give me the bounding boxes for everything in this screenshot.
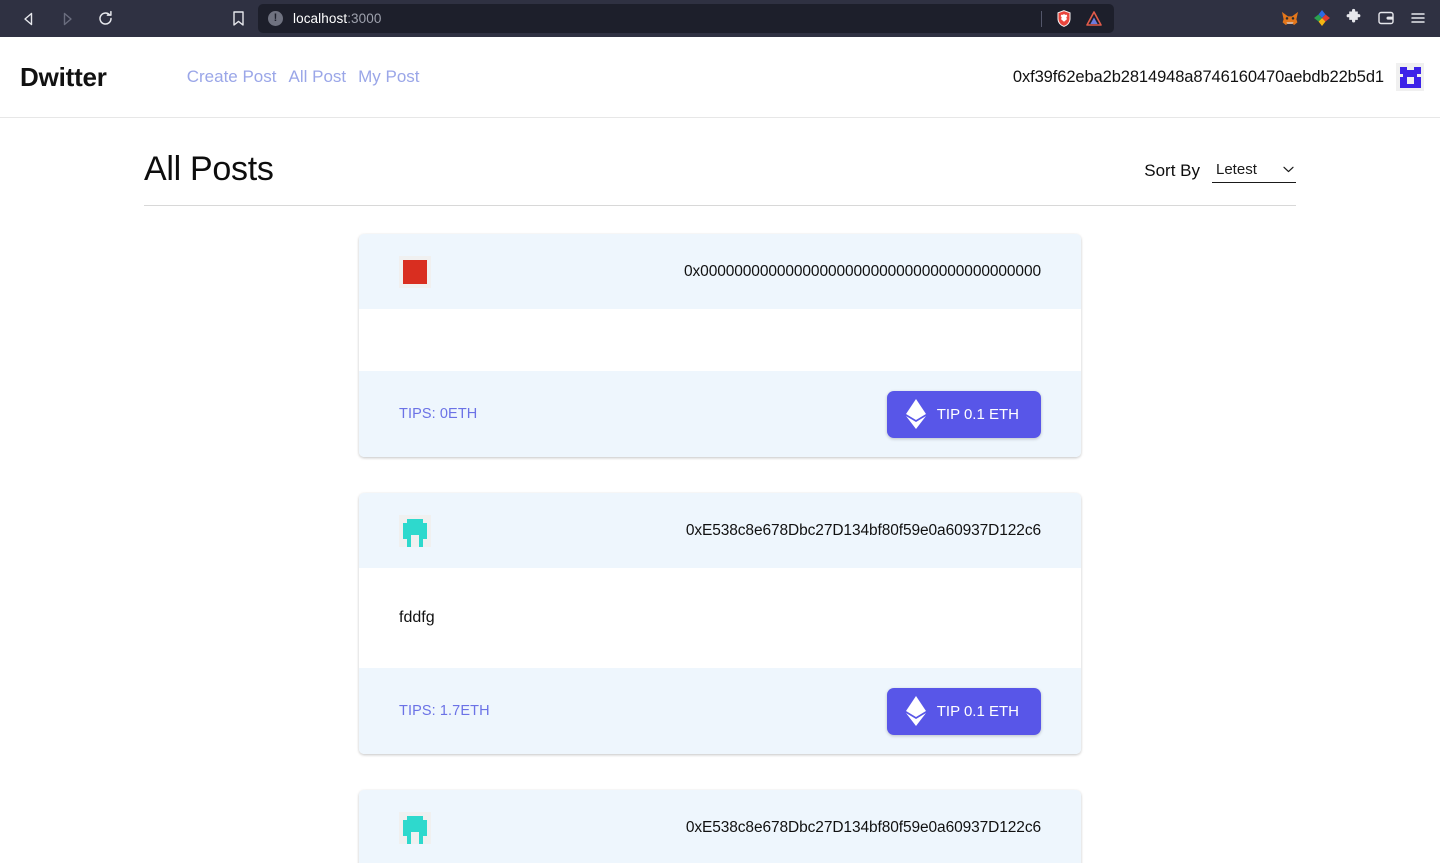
browser-toolbar: ! localhost:3000 bbox=[0, 0, 1440, 37]
post-tips-total: TIPS: 1.7ETH bbox=[399, 703, 490, 719]
bookmark-icon bbox=[232, 10, 244, 26]
back-arrow-icon bbox=[24, 12, 33, 25]
sort-selected-value: Letest bbox=[1216, 161, 1257, 178]
post-author-address: 0x00000000000000000000000000000000000000… bbox=[684, 262, 1041, 280]
post-tips-total: TIPS: 0ETH bbox=[399, 406, 478, 422]
ethereum-diamond-icon bbox=[905, 399, 926, 429]
page-title-row: All Posts Sort By Letest bbox=[144, 150, 1296, 206]
post-author-address: 0xE538c8e678Dbc27D134bf80f59e0a60937D122… bbox=[685, 818, 1041, 836]
wallet-address: 0xf39f62eba2b2814948a8746160470aebdb22b5… bbox=[1012, 67, 1384, 86]
nav-link-create-post[interactable]: Create Post bbox=[187, 67, 277, 87]
tip-button[interactable]: TIP 0.1 ETH bbox=[886, 390, 1041, 438]
url-host: localhost bbox=[293, 11, 348, 26]
app-brand[interactable]: Dwitter bbox=[20, 62, 107, 93]
sort-select[interactable]: Letest bbox=[1212, 159, 1296, 183]
brave-shields-button[interactable] bbox=[1050, 5, 1078, 33]
forward-button[interactable] bbox=[52, 4, 82, 34]
identicon-avatar-teal bbox=[399, 514, 431, 547]
post-list: 0x00000000000000000000000000000000000000… bbox=[144, 234, 1296, 863]
post-card-body: fddfg bbox=[359, 568, 1081, 668]
extensions-puzzle-icon bbox=[1346, 8, 1361, 23]
tip-button-label: TIP 0.1 ETH bbox=[936, 702, 1019, 720]
metamask-fox-icon bbox=[1282, 12, 1298, 25]
post-card-header: 0xE538c8e678Dbc27D134bf80f59e0a60937D122… bbox=[359, 493, 1081, 568]
url-bar-right-icons bbox=[1035, 4, 1114, 33]
color-extension-icon bbox=[1314, 10, 1330, 26]
sort-control: Sort By Letest bbox=[1144, 159, 1296, 189]
nav-link-all-post[interactable]: All Post bbox=[288, 67, 346, 87]
post-card-header: 0xE538c8e678Dbc27D134bf80f59e0a60937D122… bbox=[359, 790, 1081, 863]
post-card: 0xE538c8e678Dbc27D134bf80f59e0a60937D122… bbox=[359, 790, 1081, 863]
forward-arrow-icon bbox=[63, 12, 72, 25]
sort-by-label: Sort By bbox=[1144, 161, 1200, 180]
info-circle-icon[interactable]: ! bbox=[268, 11, 283, 26]
browser-extension-icons bbox=[1276, 4, 1432, 32]
post-card-footer: TIPS: 1.7ETH TIP 0.1 ETH bbox=[359, 668, 1081, 754]
page-title: All Posts bbox=[144, 150, 274, 188]
back-button[interactable] bbox=[14, 4, 44, 34]
color-extension-button[interactable] bbox=[1308, 4, 1336, 32]
post-card: 0x00000000000000000000000000000000000000… bbox=[359, 234, 1081, 457]
url-port: :3000 bbox=[347, 11, 382, 26]
main-menu-button[interactable] bbox=[1404, 4, 1432, 32]
page-content: All Posts Sort By Letest 0x0000000000000… bbox=[0, 118, 1440, 863]
metamask-button[interactable] bbox=[1276, 4, 1304, 32]
brave-rewards-triangle-icon bbox=[1086, 10, 1102, 26]
wallet-button[interactable] bbox=[1372, 4, 1400, 32]
extensions-button[interactable] bbox=[1340, 4, 1368, 32]
post-author-address: 0xE538c8e678Dbc27D134bf80f59e0a60937D122… bbox=[685, 521, 1041, 539]
reload-button[interactable] bbox=[90, 4, 120, 34]
tip-button[interactable]: TIP 0.1 ETH bbox=[886, 687, 1041, 735]
nav-link-my-post[interactable]: My Post bbox=[358, 67, 419, 87]
brave-shields-icon bbox=[1057, 9, 1071, 27]
post-text: fddfg bbox=[399, 609, 435, 626]
post-card-body bbox=[359, 309, 1081, 371]
app-header: Dwitter Create Post All Post My Post 0xf… bbox=[0, 37, 1440, 118]
brave-rewards-button[interactable] bbox=[1080, 5, 1108, 33]
wallet-identicon bbox=[1396, 63, 1424, 91]
tip-button-label: TIP 0.1 ETH bbox=[936, 405, 1019, 423]
post-card: 0xE538c8e678Dbc27D134bf80f59e0a60937D122… bbox=[359, 493, 1081, 754]
post-card-header: 0x00000000000000000000000000000000000000… bbox=[359, 234, 1081, 309]
bookmark-button[interactable] bbox=[224, 4, 252, 32]
chevron-down-icon bbox=[1283, 166, 1294, 173]
identicon-avatar-red bbox=[399, 255, 431, 288]
post-card-footer: TIPS: 0ETH TIP 0.1 ETH bbox=[359, 371, 1081, 457]
browser-nav-buttons bbox=[14, 4, 120, 34]
url-text: localhost:3000 bbox=[293, 11, 381, 26]
toolbar-divider bbox=[1041, 10, 1042, 27]
identicon-avatar-teal bbox=[399, 811, 431, 844]
url-bar[interactable]: ! localhost:3000 bbox=[258, 4, 1114, 33]
main-nav: Create Post All Post My Post bbox=[187, 67, 420, 87]
ethereum-diamond-icon bbox=[905, 696, 926, 726]
brave-wallet-icon bbox=[1378, 11, 1394, 25]
wallet-display[interactable]: 0xf39f62eba2b2814948a8746160470aebdb22b5… bbox=[1013, 63, 1424, 91]
hamburger-menu-icon bbox=[1411, 13, 1425, 23]
reload-icon bbox=[98, 10, 112, 25]
